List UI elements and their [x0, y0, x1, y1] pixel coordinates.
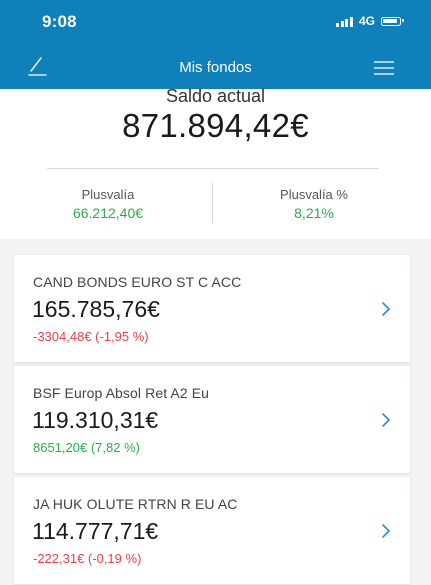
chevron-right-icon: [382, 302, 390, 316]
balance-summary: Saldo actual 871.894,42€ Plusvalía 66.21…: [0, 86, 431, 239]
app-header: 9:08 4G Mis fondos: [0, 0, 431, 89]
fund-name: CAND BONDS EURO ST C ACC: [33, 274, 242, 290]
fund-change: -222,31€ (-0,19 %): [33, 551, 142, 566]
saldo-value: 871.894,42€: [122, 107, 309, 144]
fund-balance: 114.777,71€: [32, 518, 159, 544]
plusvalia-pct-value: 8,21%: [294, 205, 334, 221]
stats-divider: [212, 183, 213, 223]
signal-icon: [336, 16, 353, 27]
plusvalia-value: 66.212,40€: [72, 205, 144, 221]
status-time: 9:08: [42, 12, 77, 31]
menu-button[interactable]: [373, 59, 395, 77]
chevron-right-icon: [382, 524, 390, 538]
plusvalia-stat: Plusvalía 66.212,40€: [8, 187, 208, 221]
battery-icon: [381, 16, 404, 26]
page-title: Mis fondos: [179, 59, 252, 76]
plusvalia-pct-label: Plusvalía %: [280, 187, 348, 202]
status-indicators: 4G: [336, 14, 404, 28]
hamburger-menu-icon: [374, 61, 394, 75]
fund-card[interactable]: JA HUK OLUTE RTRN R EU AC 114.777,71€ -2…: [14, 477, 410, 584]
summary-divider: [47, 168, 378, 169]
fund-balance: 119.310,31€: [32, 407, 159, 433]
fund-name: BSF Europ Absol Ret A2 Eu: [33, 385, 210, 401]
plusvalia-pct-stat: Plusvalía % 8,21%: [214, 187, 414, 221]
fund-name: JA HUK OLUTE RTRN R EU AC: [33, 496, 238, 512]
plusvalia-label: Plusvalía: [81, 187, 135, 202]
saldo-label: Saldo actual: [165, 86, 266, 106]
fund-change: 8651,20€ (7,82 %): [33, 440, 140, 455]
fund-card[interactable]: CAND BONDS EURO ST C ACC 165.785,76€ -33…: [14, 255, 410, 362]
network-label: 4G: [358, 14, 375, 28]
fund-change: -3304,48€ (-1,95 %): [33, 329, 149, 344]
fund-balance: 165.785,76€: [32, 296, 160, 322]
chevron-right-icon: [382, 413, 390, 427]
fund-card[interactable]: BSF Europ Absol Ret A2 Eu 119.310,31€ 86…: [14, 366, 410, 473]
